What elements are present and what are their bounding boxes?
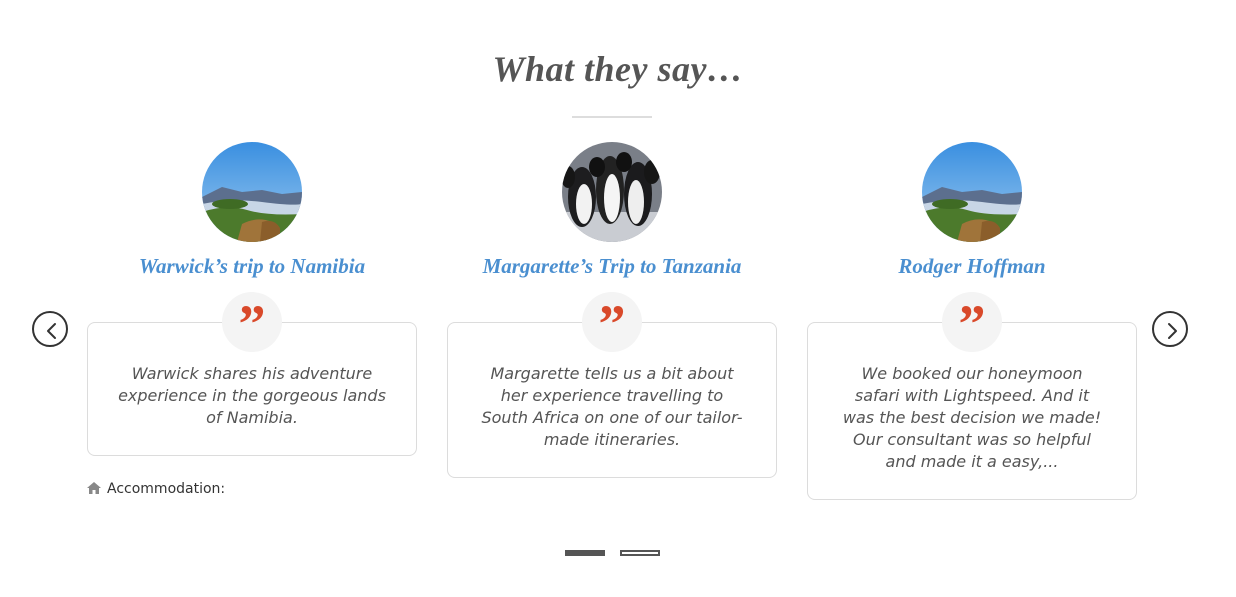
mountain-landscape-photo: [922, 142, 1022, 242]
page-title: What they say…: [492, 49, 744, 89]
testimonial-title[interactable]: Warwick’s trip to Namibia: [87, 254, 417, 279]
home-icon: [87, 482, 101, 494]
pagination-dot-1[interactable]: [565, 550, 605, 556]
quote-icon: ”: [598, 294, 626, 354]
accommodation-row: Accommodation:: [87, 481, 225, 497]
testimonial-photo[interactable]: [562, 142, 662, 242]
testimonial-title[interactable]: Rodger Hoffman: [807, 254, 1137, 279]
testimonial-title[interactable]: Margarette’s Trip to Tanzania: [447, 254, 777, 279]
carousel-next-button[interactable]: [1152, 311, 1188, 347]
chevron-right-icon: [1168, 323, 1177, 339]
quote-icon: ”: [958, 294, 986, 354]
quote-icon: ”: [238, 294, 266, 354]
chevron-left-icon: [47, 323, 56, 339]
pagination-dot-2[interactable]: [620, 550, 660, 556]
accommodation-label: Accommodation:: [107, 481, 226, 497]
carousel-prev-button[interactable]: [32, 311, 68, 347]
quote-badge: ”: [942, 292, 1002, 354]
testimonial-photo[interactable]: [922, 142, 1022, 242]
penguins-photo: [562, 142, 662, 242]
testimonial-photo[interactable]: [202, 142, 302, 242]
quote-badge: ”: [222, 292, 282, 354]
title-divider: [572, 116, 652, 118]
mountain-landscape-photo: [202, 142, 302, 242]
quote-badge: ”: [582, 292, 642, 354]
